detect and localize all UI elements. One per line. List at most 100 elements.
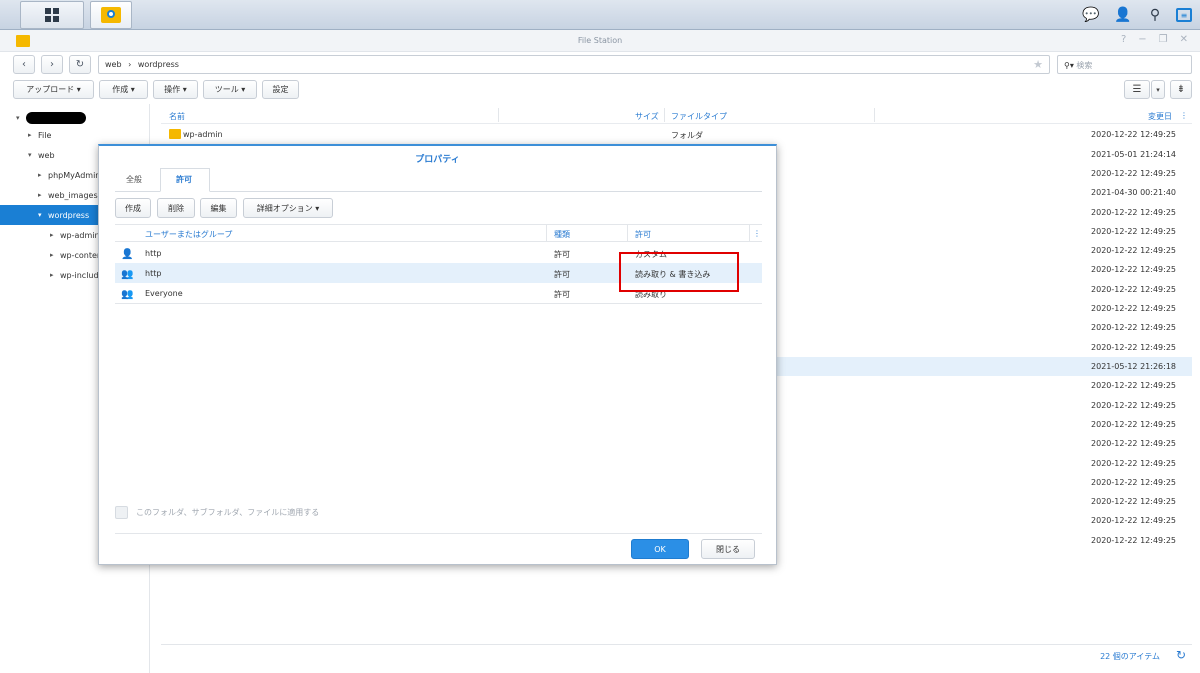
table-divider xyxy=(115,303,762,304)
file-date: 2020-12-22 12:49:25 xyxy=(1091,439,1176,448)
create-label: 作成 xyxy=(112,85,129,94)
caret-right-icon: ▸ xyxy=(28,131,32,139)
search-input[interactable]: ⚲▾ 検索 xyxy=(1057,55,1192,74)
user-icon[interactable]: 👤 xyxy=(1112,4,1134,26)
column-modified[interactable]: 変更日 xyxy=(1148,111,1172,122)
file-date: 2020-12-22 12:49:25 xyxy=(1091,420,1176,429)
caret-down-icon: ▾ xyxy=(38,211,42,219)
perm-delete-button[interactable]: 削除 xyxy=(157,198,195,218)
permission-user: http xyxy=(145,249,162,258)
close-icon[interactable]: ✕ xyxy=(1180,34,1188,45)
apply-checkbox[interactable] xyxy=(115,506,128,519)
path-input[interactable]: web › wordpress ★ xyxy=(98,55,1050,74)
chat-icon[interactable]: 💬 xyxy=(1080,4,1102,26)
path-separator-icon: › xyxy=(128,60,132,69)
path-segment[interactable]: web xyxy=(105,60,122,69)
tree-item-file[interactable]: ▸ File xyxy=(0,125,150,145)
search-icon[interactable]: ⚲ xyxy=(1144,4,1166,26)
perm-edit-button[interactable]: 編集 xyxy=(200,198,237,218)
perm-delete-label: 削除 xyxy=(168,203,184,213)
group-icon: 👥 xyxy=(121,269,134,280)
refresh-icon[interactable]: ↻ xyxy=(1176,648,1186,662)
widgets-icon[interactable]: ≡ xyxy=(1176,8,1192,22)
file-date: 2020-12-22 12:49:25 xyxy=(1091,285,1176,294)
chevron-right-icon: › xyxy=(50,59,54,70)
tab-general[interactable]: 全般 xyxy=(126,174,142,185)
path-segment[interactable]: wordpress xyxy=(138,60,179,69)
permission-user: Everyone xyxy=(145,289,183,298)
file-date: 2020-12-22 12:49:25 xyxy=(1091,246,1176,255)
column-permission[interactable]: 許可 xyxy=(635,229,651,240)
tree-item-label: web xyxy=(38,150,55,160)
settings-button[interactable]: 設定 xyxy=(262,80,299,99)
file-date: 2021-05-01 21:24:14 xyxy=(1091,150,1176,159)
caret-down-icon: ▾ xyxy=(312,203,320,213)
list-view-button[interactable]: ☰ xyxy=(1124,80,1150,99)
sort-button[interactable]: ⇟ xyxy=(1170,80,1192,99)
permission-user: http xyxy=(145,269,162,278)
file-station-taskbar-button[interactable] xyxy=(90,1,132,29)
action-button[interactable]: 操作 ▾ xyxy=(153,80,198,99)
tree-item-label: wordpress xyxy=(48,210,90,220)
dialog-footer-divider xyxy=(115,533,762,534)
create-button[interactable]: 作成 ▾ xyxy=(99,80,148,99)
upload-button[interactable]: アップロード ▾ xyxy=(13,80,94,99)
permission-kind: 許可 xyxy=(554,270,570,279)
column-menu-icon[interactable]: ⋮ xyxy=(1180,111,1188,120)
forward-button[interactable]: › xyxy=(41,55,63,74)
apply-label: このフォルダ、サブフォルダ、ファイルに適用する xyxy=(136,508,320,517)
file-date: 2020-12-22 12:49:25 xyxy=(1091,478,1176,487)
column-kind[interactable]: 種類 xyxy=(554,229,570,240)
file-date: 2020-12-22 12:49:25 xyxy=(1091,304,1176,313)
column-name[interactable]: 名前 xyxy=(169,111,185,122)
file-date: 2020-12-22 12:49:25 xyxy=(1091,265,1176,274)
advanced-options-label: 詳細オプション xyxy=(256,203,313,213)
perm-edit-label: 編集 xyxy=(210,203,227,213)
maximize-icon[interactable]: ❐ xyxy=(1159,34,1168,45)
file-date: 2020-12-22 12:49:25 xyxy=(1091,459,1176,468)
file-date: 2020-12-22 12:49:25 xyxy=(1091,169,1176,178)
file-date: 2021-05-12 21:26:18 xyxy=(1091,362,1176,371)
advanced-options-button[interactable]: 詳細オプション ▾ xyxy=(243,198,333,218)
tab-permission[interactable]: 許可 xyxy=(176,174,192,185)
tools-label: ツール xyxy=(214,85,239,94)
folder-icon xyxy=(169,129,181,139)
main-menu-button[interactable] xyxy=(20,1,84,29)
action-label: 操作 xyxy=(164,85,181,94)
ok-button[interactable]: OK xyxy=(631,539,689,559)
view-dropdown-button[interactable]: ▾ xyxy=(1151,80,1165,99)
close-label: 閉じる xyxy=(716,544,740,554)
search-icon: ⚲▾ xyxy=(1064,61,1074,70)
caret-down-icon: ▾ xyxy=(238,85,246,94)
sort-icon: ⇟ xyxy=(1176,84,1186,95)
caret-down-icon: ▾ xyxy=(28,151,32,159)
column-size[interactable]: サイズ xyxy=(635,111,659,122)
close-button[interactable]: 閉じる xyxy=(701,539,755,559)
column-type[interactable]: ファイルタイプ xyxy=(671,111,727,122)
column-menu-icon[interactable]: ⋮ xyxy=(753,229,761,238)
file-date: 2020-12-22 12:49:25 xyxy=(1091,130,1176,139)
caret-right-icon: ▸ xyxy=(50,251,54,259)
apply-to-children-option[interactable]: このフォルダ、サブフォルダ、ファイルに適用する xyxy=(115,506,319,519)
file-name: wp-admin xyxy=(183,130,223,139)
refresh-button[interactable]: ↻ xyxy=(69,55,91,74)
caret-right-icon: ▸ xyxy=(38,171,42,179)
file-date: 2020-12-22 12:49:25 xyxy=(1091,208,1176,217)
list-icon: ☰ xyxy=(1132,84,1142,95)
file-row[interactable]: wp-admin フォルダ 2020-12-22 12:49:25 xyxy=(161,125,1192,144)
file-date: 2020-12-22 12:49:25 xyxy=(1091,343,1176,352)
back-button[interactable]: ‹ xyxy=(13,55,35,74)
caret-down-icon: ▾ xyxy=(16,114,20,122)
star-icon[interactable]: ★ xyxy=(1033,58,1043,71)
minimize-icon[interactable]: − xyxy=(1138,34,1146,45)
user-icon: 👤 xyxy=(121,249,134,260)
help-icon[interactable]: ? xyxy=(1121,34,1126,45)
caret-down-icon: ▾ xyxy=(128,85,135,94)
caret-right-icon: ▸ xyxy=(38,191,42,199)
refresh-icon: ↻ xyxy=(75,59,85,70)
file-date: 2021-04-30 00:21:40 xyxy=(1091,188,1176,197)
group-icon: 👥 xyxy=(121,289,134,300)
tools-button[interactable]: ツール ▾ xyxy=(203,80,257,99)
perm-create-button[interactable]: 作成 xyxy=(115,198,151,218)
column-user[interactable]: ユーザーまたはグループ xyxy=(145,229,232,240)
